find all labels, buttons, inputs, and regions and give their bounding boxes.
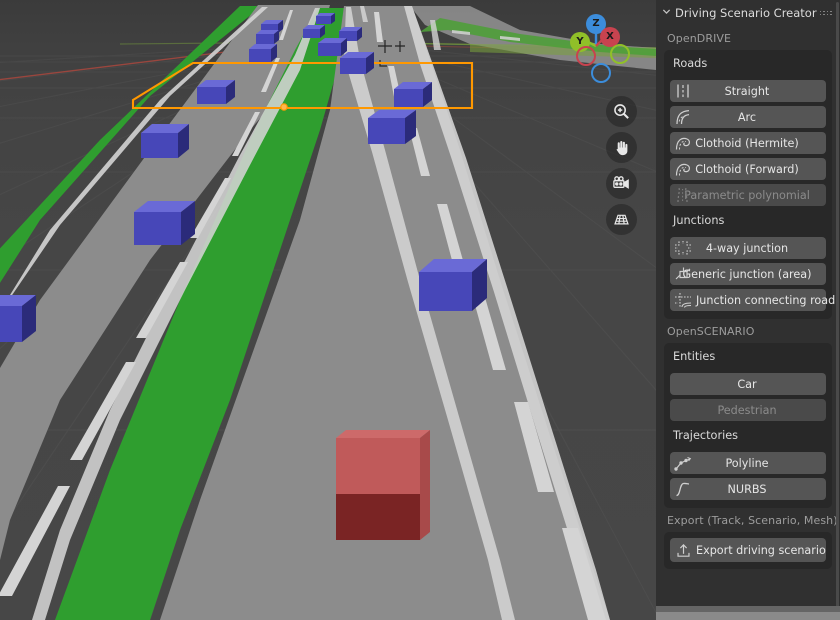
trajectory-button-polyline[interactable]: Polyline: [670, 452, 826, 474]
junctions-title: Junctions: [670, 212, 826, 233]
vehicle-box: [419, 259, 487, 311]
entity-button-car[interactable]: Car: [670, 373, 826, 395]
entities-title: Entities: [670, 348, 826, 369]
export-box: Export driving scenario: [664, 532, 832, 569]
toggle-grid-icon[interactable]: [606, 204, 637, 235]
entities-box: Entities Car Pedestrian: [664, 343, 832, 429]
scene-geometry: [0, 0, 656, 620]
polyline-icon: [672, 453, 694, 473]
junction-button-connecting-road[interactable]: Junction connecting road: [670, 289, 826, 311]
vehicle-box: [316, 13, 335, 24]
vehicle-box: [0, 295, 36, 342]
entity-button-car-label: Car: [670, 378, 826, 391]
chevron-down-icon[interactable]: [662, 7, 675, 19]
gizmo-axis-x-label: X: [606, 32, 614, 42]
section-label-export: Export (Track, Scenario, Mesh): [656, 508, 840, 532]
selection-origin-point: [281, 104, 287, 110]
navigation-gizmo[interactable]: Z X Y: [558, 8, 634, 84]
gizmo-axis-neg-x[interactable]: [576, 46, 596, 66]
vehicle-box: [141, 124, 189, 158]
section-label-openscenario: OpenSCENARIO: [656, 319, 840, 343]
trajectory-button-nurbs[interactable]: NURBS: [670, 478, 826, 500]
drag-grip-icon[interactable]: [820, 11, 833, 16]
viewport-tools: [606, 96, 638, 240]
junction-button-4-way[interactable]: 4-way junction: [670, 237, 826, 259]
arc-road-icon: [672, 107, 694, 127]
trajectories-box: Trajectories Polyline: [664, 422, 832, 508]
selected-vehicle-box: [336, 430, 430, 540]
vehicle-box: [340, 52, 374, 74]
nurbs-icon: [672, 479, 694, 499]
junction-button-connecting-road-label: Junction connecting road: [670, 294, 837, 307]
blender-window: Z X Y: [0, 0, 840, 620]
roads-title: Roads: [670, 55, 826, 76]
vehicle-box: [368, 110, 416, 144]
gizmo-axis-neg-z[interactable]: [591, 63, 611, 83]
clothoid-forward-icon: [672, 159, 694, 179]
vehicle-box: [303, 25, 325, 38]
four-way-junction-icon: [672, 238, 694, 258]
straight-road-icon: [672, 81, 694, 101]
road-button-arc[interactable]: Arc: [670, 106, 826, 128]
gizmo-axis-z-label: Z: [592, 19, 599, 29]
sidebar-panel: Driving Scenario Creator OpenDRIVE Roads…: [656, 0, 840, 620]
sidebar-scrollbar[interactable]: [836, 2, 839, 618]
export-upload-icon: [672, 540, 694, 560]
junctions-box: Junctions 4-way junction: [664, 207, 832, 319]
status-bar: [656, 606, 840, 620]
export-driving-scenario-button[interactable]: Export driving scenario: [670, 538, 826, 562]
vehicle-box: [256, 30, 279, 44]
vehicle-box: [394, 82, 432, 107]
camera-view-icon[interactable]: [606, 168, 637, 199]
panel-header[interactable]: Driving Scenario Creator: [656, 0, 840, 26]
road-button-clothoid-hermite[interactable]: Clothoid (Hermite): [670, 132, 826, 154]
vehicle-box: [197, 80, 235, 104]
entity-button-pedestrian[interactable]: Pedestrian: [670, 399, 826, 421]
3d-viewport[interactable]: Z X Y: [0, 0, 656, 620]
vehicle-box: [134, 201, 195, 245]
junction-button-generic-area[interactable]: Generic junction (area): [670, 263, 826, 285]
generic-junction-icon: [672, 264, 694, 284]
parametric-polynomial-icon: [672, 185, 694, 205]
road-button-parametric-polynomial[interactable]: Parametric polynomial: [670, 184, 826, 206]
gizmo-axis-neg-y[interactable]: [610, 44, 630, 64]
clothoid-hermite-icon: [672, 133, 694, 153]
panel-title: Driving Scenario Creator: [675, 6, 820, 20]
road-button-straight[interactable]: Straight: [670, 80, 826, 102]
section-label-opendrive: OpenDRIVE: [656, 26, 840, 50]
pan-hand-icon[interactable]: [606, 132, 637, 163]
zoom-icon[interactable]: [606, 96, 637, 127]
vehicle-box: [318, 38, 347, 56]
junction-connecting-icon: [672, 290, 694, 310]
vehicle-box: [249, 44, 277, 62]
road-button-clothoid-forward[interactable]: Clothoid (Forward): [670, 158, 826, 180]
trajectories-title: Trajectories: [670, 427, 826, 448]
roads-box: Roads Straight: [664, 50, 832, 214]
status-bar-inner: [656, 612, 840, 620]
entity-button-pedestrian-label: Pedestrian: [670, 404, 826, 417]
